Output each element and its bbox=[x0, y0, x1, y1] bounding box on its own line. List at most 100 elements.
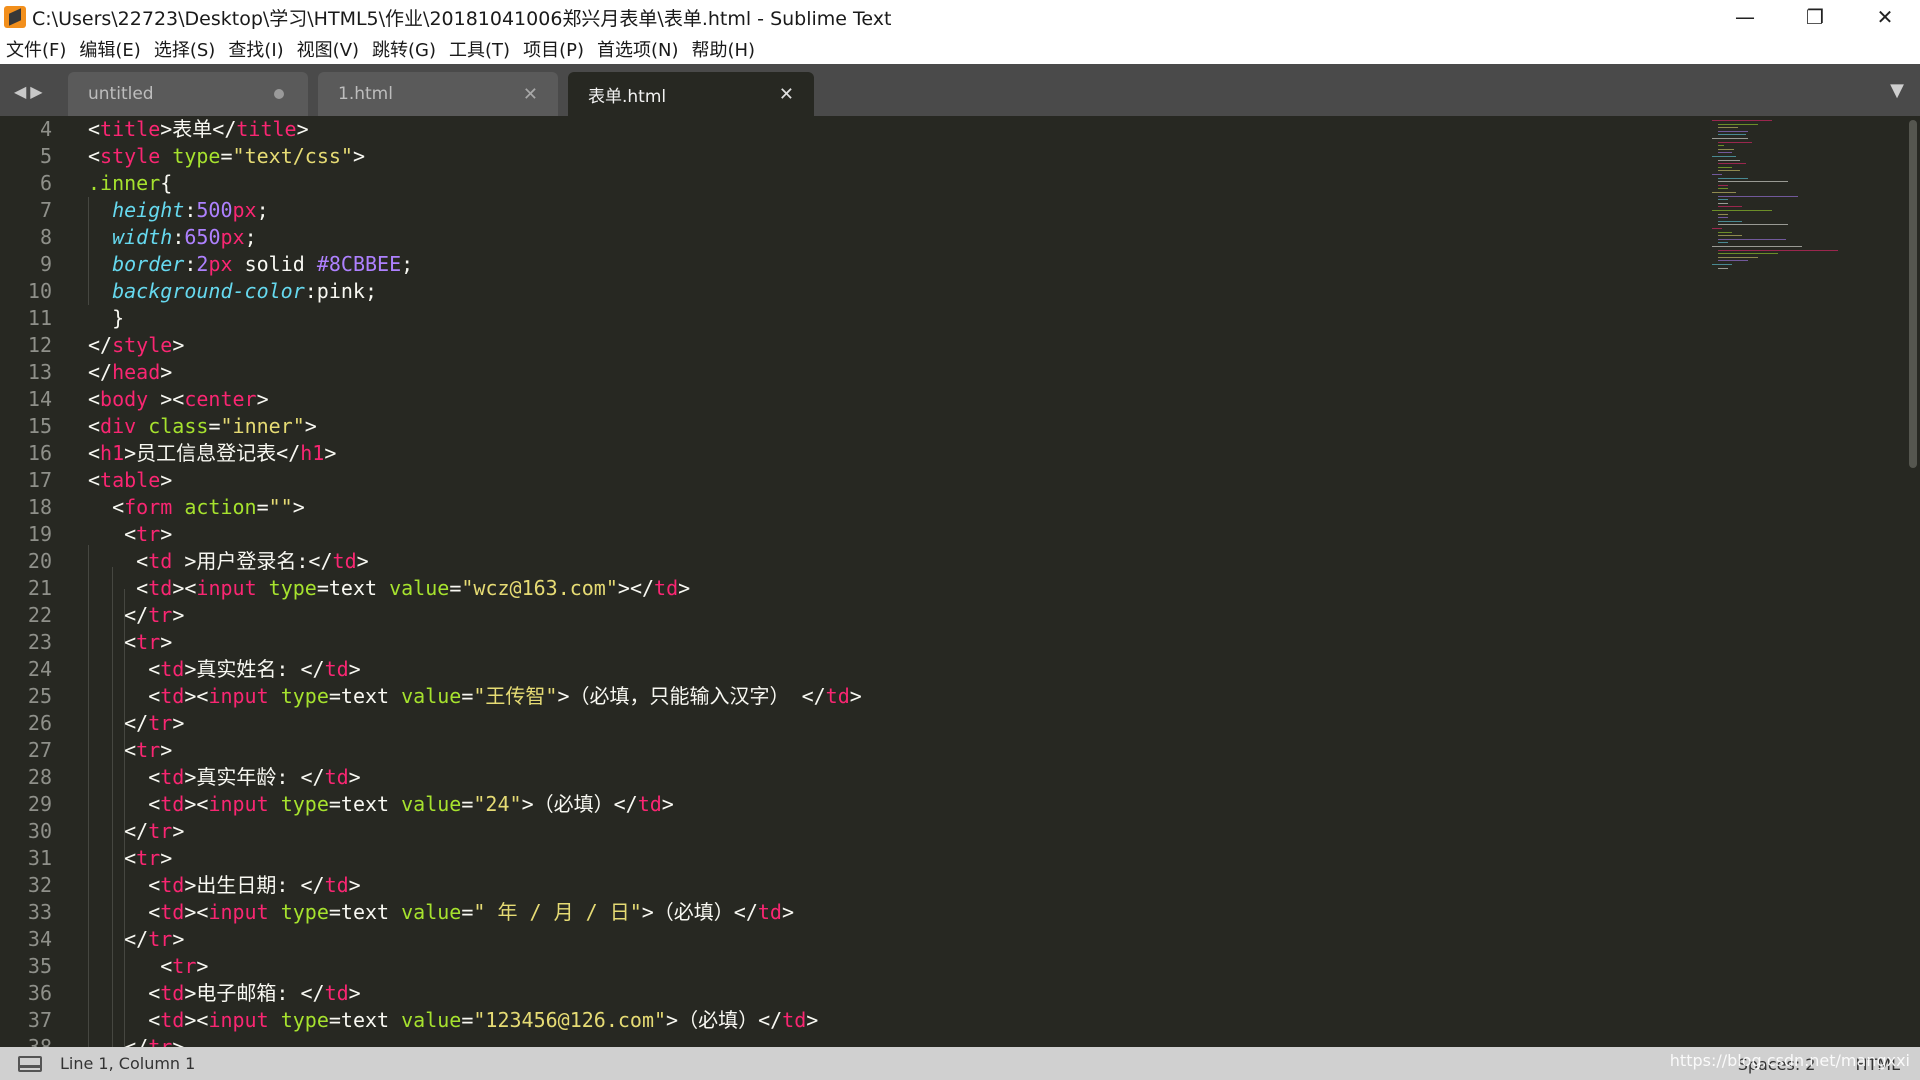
minimap-line bbox=[1712, 174, 1722, 175]
restore-button[interactable]: ❐ bbox=[1780, 0, 1850, 34]
menu-project[interactable]: 项目(P) bbox=[523, 36, 584, 62]
minimap-line bbox=[1718, 177, 1748, 179]
menu-find[interactable]: 查找(I) bbox=[228, 36, 283, 62]
line-number: 7 bbox=[39, 198, 52, 222]
minimap[interactable] bbox=[1712, 116, 1862, 316]
code-line-10: background-color:pink; bbox=[112, 279, 377, 303]
minimap-line bbox=[1712, 246, 1802, 247]
tab-label: 1.html bbox=[338, 84, 393, 104]
scrollbar-thumb[interactable] bbox=[1909, 120, 1917, 468]
line-number: 18 bbox=[27, 495, 52, 519]
code-line-18: <form action=""> bbox=[88, 495, 305, 519]
code-line-16: <h1>员工信息登记表</h1> bbox=[88, 441, 337, 465]
sublime-app-icon bbox=[4, 6, 26, 28]
line-number: 21 bbox=[27, 576, 52, 600]
vertical-scrollbar[interactable] bbox=[1906, 116, 1920, 1047]
code-line-19: <tr> bbox=[88, 522, 173, 546]
minimap-line bbox=[1712, 264, 1732, 265]
minimap-line bbox=[1718, 159, 1740, 161]
menu-view[interactable]: 视图(V) bbox=[297, 36, 359, 62]
minimap-line bbox=[1718, 242, 1728, 244]
minimap-line bbox=[1718, 181, 1788, 183]
tab-untitled[interactable]: untitled bbox=[68, 72, 308, 116]
line-number: 25 bbox=[27, 684, 52, 708]
code-line-7: height:500px; bbox=[112, 198, 269, 222]
minimap-line bbox=[1712, 210, 1772, 211]
minimap-line bbox=[1718, 184, 1728, 186]
tab-nav-arrows-icon[interactable]: ◀▶ bbox=[14, 82, 47, 101]
line-number: 30 bbox=[27, 819, 52, 843]
tab-label: 表单.html bbox=[588, 86, 667, 107]
menu-goto[interactable]: 跳转(G) bbox=[372, 36, 436, 62]
minimap-line bbox=[1718, 253, 1778, 255]
code-line-37: <td><input type=text value="123456@126.c… bbox=[88, 1008, 819, 1032]
unsaved-dot-icon[interactable] bbox=[274, 89, 284, 99]
menu-preferences[interactable]: 首选项(N) bbox=[597, 36, 679, 62]
line-number: 26 bbox=[27, 711, 52, 735]
close-tab-icon[interactable]: ✕ bbox=[779, 84, 794, 105]
line-number: 20 bbox=[27, 549, 52, 573]
tab-list-dropdown-icon[interactable]: ▼ bbox=[1890, 80, 1904, 101]
minimap-line bbox=[1712, 228, 1722, 229]
line-number-gutter: 4 5 6 7 8 9 10 11 12 13 14 15 16 17 18 19 20 21 22 23 24 25 26… bbox=[0, 116, 62, 1047]
code-line-35: <tr> bbox=[88, 954, 209, 978]
code-line-14: <body ><center> bbox=[88, 387, 269, 411]
code-line-21: <td><input type=text value="wcz@163.com"… bbox=[88, 576, 691, 600]
menu-file[interactable]: 文件(F) bbox=[6, 36, 66, 62]
cursor-position: Line 1, Column 1 bbox=[60, 1054, 196, 1073]
minimap-line bbox=[1718, 123, 1758, 125]
minimize-button[interactable]: — bbox=[1710, 0, 1780, 34]
code-editor[interactable]: 4 5 6 7 8 9 10 11 12 13 14 15 16 17 18 19 20 21 22 23 24 25 26… bbox=[0, 116, 1920, 1047]
code-line-31: <tr> bbox=[88, 846, 173, 870]
line-number: 5 bbox=[39, 144, 52, 168]
minimap-line bbox=[1718, 260, 1748, 262]
line-number: 6 bbox=[39, 171, 52, 195]
code-line-23: <tr> bbox=[88, 630, 173, 654]
line-number: 27 bbox=[27, 738, 52, 762]
watermark-text: https://blog.csdn.net/mangxxi bbox=[1669, 1051, 1910, 1070]
menu-edit[interactable]: 编辑(E) bbox=[79, 36, 140, 62]
menu-help[interactable]: 帮助(H) bbox=[692, 36, 756, 62]
close-tab-icon[interactable]: ✕ bbox=[523, 84, 538, 105]
minimap-line bbox=[1718, 213, 1728, 215]
tab-form-html[interactable]: 表单.html ✕ bbox=[568, 72, 814, 116]
line-number: 16 bbox=[27, 441, 52, 465]
panel-toggle-icon[interactable] bbox=[18, 1055, 42, 1072]
minimap-line bbox=[1718, 256, 1758, 258]
line-number: 12 bbox=[27, 333, 52, 357]
menu-tools[interactable]: 工具(T) bbox=[449, 36, 510, 62]
tab-1-html[interactable]: 1.html ✕ bbox=[318, 72, 558, 116]
line-number: 17 bbox=[27, 468, 52, 492]
close-button[interactable]: ✕ bbox=[1850, 0, 1920, 34]
minimap-line bbox=[1718, 206, 1742, 208]
code-line-12: </style> bbox=[88, 333, 185, 357]
line-number: 32 bbox=[27, 873, 52, 897]
minimap-line bbox=[1712, 156, 1736, 157]
line-number: 31 bbox=[27, 846, 52, 870]
code-line-24: <td>真实姓名: </td> bbox=[88, 657, 361, 681]
code-line-29: <td><input type=text value="24">（必填）</td… bbox=[88, 792, 674, 816]
window-controls: — ❐ ✕ bbox=[1710, 0, 1920, 34]
menu-selection[interactable]: 选择(S) bbox=[154, 36, 215, 62]
minimap-line bbox=[1718, 148, 1734, 150]
line-number: 15 bbox=[27, 414, 52, 438]
line-number: 38 bbox=[27, 1035, 52, 1047]
line-number: 33 bbox=[27, 900, 52, 924]
code-line-20: <td >用户登录名:</td> bbox=[88, 549, 369, 573]
minimap-line bbox=[1712, 120, 1772, 121]
line-number: 35 bbox=[27, 954, 52, 978]
line-number: 10 bbox=[27, 279, 52, 303]
minimap-line bbox=[1718, 166, 1732, 168]
minimap-line bbox=[1718, 199, 1728, 201]
line-number: 4 bbox=[39, 117, 52, 141]
status-bar: Line 1, Column 1 Spaces: 2 HTML https://… bbox=[0, 1047, 1920, 1080]
title-bar: C:\Users\22723\Desktop\学习\HTML5\作业\20181… bbox=[0, 0, 1920, 34]
minimap-line bbox=[1712, 138, 1748, 139]
line-number: 22 bbox=[27, 603, 52, 627]
code-line-34: </tr> bbox=[88, 927, 185, 951]
line-number: 37 bbox=[27, 1008, 52, 1032]
line-number: 28 bbox=[27, 765, 52, 789]
code-line-30: </tr> bbox=[88, 819, 185, 843]
code-line-13: </head> bbox=[88, 360, 173, 384]
code-line-26: </tr> bbox=[88, 711, 185, 735]
